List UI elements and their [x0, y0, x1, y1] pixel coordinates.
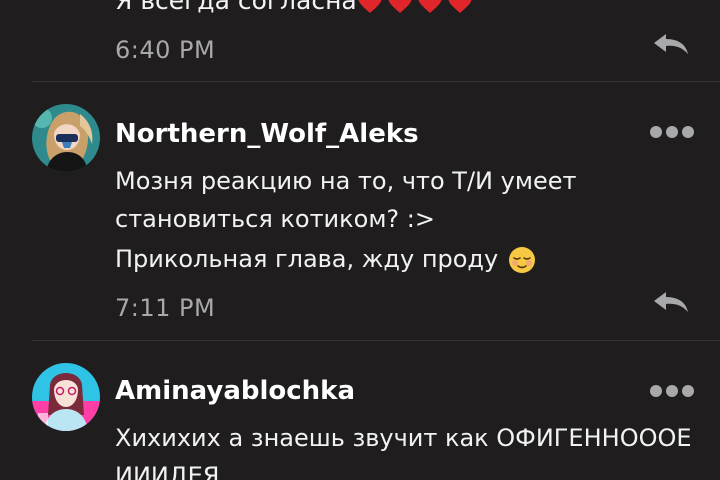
comment-username[interactable]: Northern_Wolf_Aleks [115, 118, 419, 150]
red-heart-icon [388, 0, 412, 13]
more-options-icon[interactable] [650, 126, 694, 138]
more-options-icon[interactable] [650, 385, 694, 397]
reply-icon[interactable] [652, 290, 690, 314]
comment-item: Northern_Wolf_Aleks Мозня реакцию на то,… [0, 82, 720, 340]
relieved-face-icon [508, 247, 535, 273]
red-heart-icon [418, 0, 442, 13]
red-heart-icon [358, 0, 382, 13]
comment-timestamp: 7:11 PM [115, 294, 216, 322]
comment-text-line: Хихихих а знаешь звучит как ОФИГЕННОООЕ [115, 424, 692, 452]
user-avatar[interactable] [32, 104, 100, 172]
reply-icon[interactable] [652, 32, 690, 56]
comments-screen: Я всегда согласна 6:40 PM Northern_Wolf_… [0, 0, 720, 480]
anime-girl-avatar [32, 363, 100, 431]
comment-item: Я всегда согласна 6:40 PM [0, 0, 720, 82]
comment-username[interactable]: Aminayablochka [115, 375, 355, 407]
red-heart-icon [448, 0, 472, 13]
comment-item: Aminayablochka Хихихих а знаешь звучит к… [0, 341, 720, 480]
comment-text-line: Мозня реакцию на то, что Т/И умеет [115, 167, 577, 195]
user-avatar[interactable] [32, 363, 100, 431]
comment-text-line: ИИИДЕЯ [115, 462, 220, 480]
comment-text: Я всегда согласна [115, 0, 477, 16]
anime-girl-avatar [32, 104, 100, 172]
comment-text-line: Прикольная глава, жду проду [115, 244, 536, 274]
comment-timestamp: 6:40 PM [115, 36, 216, 64]
comment-text-line: становиться котиком? :> [115, 205, 435, 233]
